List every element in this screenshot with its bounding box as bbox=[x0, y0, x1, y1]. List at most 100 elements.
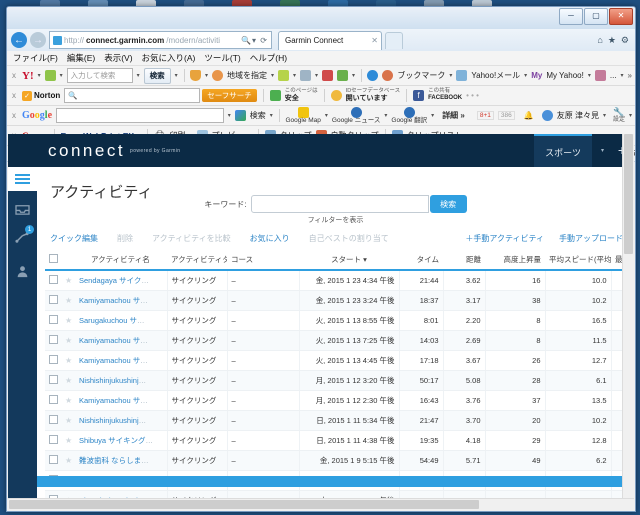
google-map-link[interactable]: Google Map bbox=[285, 106, 321, 125]
favorites-star-icon[interactable]: ★ bbox=[608, 35, 616, 46]
bell-icon[interactable]: 🔔 bbox=[524, 111, 534, 120]
table-row[interactable]: ★ Kamiyamachou サ… サイクリング – 火, 2015 1 13 4:45… bbox=[45, 350, 634, 371]
col-activity-name[interactable]: アクティビティ名 bbox=[75, 251, 167, 271]
row-checkbox[interactable] bbox=[49, 275, 58, 284]
row-checkbox[interactable] bbox=[49, 395, 58, 404]
row-select-cell[interactable] bbox=[45, 450, 61, 471]
row-select-cell[interactable] bbox=[45, 410, 61, 431]
vertical-scrollbar[interactable] bbox=[622, 134, 634, 499]
col-elevation-gain[interactable]: 高度上昇量 bbox=[485, 251, 545, 271]
tab-close-icon[interactable]: ✕ bbox=[371, 36, 378, 45]
table-row[interactable]: ★ Nishishinjukushinj… サイクリング – 月, 2015 1 12 … bbox=[45, 370, 634, 391]
row-select-cell[interactable] bbox=[45, 390, 61, 411]
row-favorite-cell[interactable]: ★ bbox=[61, 350, 75, 371]
row-select-cell[interactable] bbox=[45, 430, 61, 451]
delete-button[interactable]: 削除 bbox=[117, 233, 133, 244]
menu-view[interactable]: 表示(V) bbox=[104, 52, 132, 64]
identity-safe-icon[interactable] bbox=[330, 90, 342, 101]
bookmark-circle-icon[interactable] bbox=[367, 70, 379, 81]
row-activity-name[interactable]: Kamiyamachou サ… bbox=[75, 290, 167, 311]
vertical-scroll-thumb[interactable] bbox=[624, 134, 633, 254]
row-activity-name[interactable]: Sendagaya サイク… bbox=[75, 270, 167, 291]
row-activity-name[interactable]: Shibuya サイキング… bbox=[75, 430, 167, 451]
compare-activities-button[interactable]: アクティビティを比較 bbox=[152, 233, 231, 244]
manual-activity-button[interactable]: ＋手動アクティビティ bbox=[465, 233, 544, 244]
chevron-down-icon[interactable]: ▾ bbox=[384, 112, 387, 119]
google-translate-link[interactable]: Google 翻訳 bbox=[391, 106, 427, 125]
home-icon[interactable]: ⌂ bbox=[597, 35, 602, 46]
calendar-icon[interactable] bbox=[594, 70, 606, 81]
row-favorite-cell[interactable]: ★ bbox=[61, 450, 75, 471]
row-activity-name[interactable]: 難波歯科 ならしま… bbox=[75, 450, 167, 471]
google-search-label[interactable]: 検索 bbox=[250, 110, 266, 121]
yahoo-overflow-icon[interactable]: » bbox=[628, 71, 632, 80]
row-checkbox[interactable] bbox=[49, 315, 58, 324]
chevron-down-icon[interactable]: ▾ bbox=[315, 72, 318, 79]
col-avg-speed[interactable]: 平均スピード(平均ペース bbox=[545, 251, 611, 271]
row-activity-name[interactable]: Kamiyamachou サ… bbox=[75, 350, 167, 371]
refresh-icon[interactable]: ⟳ bbox=[260, 36, 268, 45]
notepad-icon[interactable] bbox=[300, 70, 311, 81]
table-row[interactable]: ★ Kamiyamachou サ… サイクリング – 金, 2015 1 23 3:24… bbox=[45, 290, 634, 311]
address-dropdown-icon[interactable]: ▾ bbox=[252, 36, 257, 45]
chevron-down-icon[interactable]: ▾ bbox=[629, 112, 632, 119]
table-row[interactable]: ★ Shibuya サイキング… サイクリング – 日, 2015 1 11 4:38 … bbox=[45, 430, 634, 451]
address-controls[interactable]: 🔍▾ ⟳ bbox=[241, 36, 268, 45]
chevron-down-icon[interactable]: ▾ bbox=[621, 72, 624, 79]
avatar[interactable] bbox=[541, 110, 553, 121]
show-filters-link[interactable]: フィルターを表示 bbox=[37, 215, 634, 225]
chevron-down-icon[interactable]: ▾ bbox=[603, 112, 606, 119]
col-time[interactable]: タイム bbox=[399, 251, 443, 271]
google-plus-one-count[interactable]: 8+1 bbox=[476, 111, 494, 120]
star-icon[interactable]: ★ bbox=[65, 276, 72, 285]
horizontal-scrollbar[interactable] bbox=[8, 498, 634, 510]
chevron-down-icon[interactable]: ▾ bbox=[137, 72, 140, 79]
google-search-input[interactable] bbox=[56, 108, 224, 123]
norton-more-dots[interactable]: • • • bbox=[466, 91, 479, 100]
star-icon[interactable]: ★ bbox=[65, 336, 72, 345]
google-account-label[interactable]: 友原 津々見 bbox=[557, 110, 599, 121]
chevron-down-icon[interactable]: ▾ bbox=[325, 112, 328, 119]
google-logo[interactable]: Google bbox=[22, 110, 52, 121]
search-button[interactable]: 検索 bbox=[429, 195, 467, 213]
col-distance[interactable]: 距離 bbox=[443, 251, 485, 271]
row-checkbox[interactable] bbox=[49, 375, 58, 384]
chevron-down-icon[interactable]: ▾ bbox=[352, 72, 355, 79]
google-notification-count[interactable]: 386 bbox=[497, 111, 515, 120]
row-favorite-cell[interactable]: ★ bbox=[61, 370, 75, 391]
row-checkbox[interactable] bbox=[49, 415, 58, 424]
chevron-down-icon[interactable]: ▾ bbox=[588, 72, 591, 79]
yahoo-region-label[interactable]: 地域を指定 bbox=[227, 70, 267, 81]
menu-toggle-button[interactable] bbox=[8, 167, 37, 191]
back-icon[interactable]: ← bbox=[11, 32, 27, 48]
row-select-cell[interactable] bbox=[45, 330, 61, 351]
table-row[interactable]: ★ Nishishinjukushinj… サイクリング – 日, 2015 1 11 … bbox=[45, 410, 634, 431]
maximize-button[interactable]: ▢ bbox=[584, 8, 608, 25]
menu-edit[interactable]: 編集(E) bbox=[67, 52, 95, 64]
row-checkbox[interactable] bbox=[49, 335, 58, 344]
personal-best-button[interactable]: 自己ベストの割り当て bbox=[309, 233, 389, 244]
row-select-cell[interactable] bbox=[45, 370, 61, 391]
col-activity-type[interactable]: アクティビティタ bbox=[167, 251, 227, 271]
chevron-down-icon[interactable]: ▾ bbox=[205, 72, 208, 79]
norton-search-input[interactable]: 🔍 bbox=[64, 88, 201, 103]
row-checkbox[interactable] bbox=[49, 355, 58, 364]
star-icon[interactable]: ★ bbox=[65, 416, 72, 425]
sidebar-item-connections[interactable]: 1 bbox=[8, 223, 37, 251]
tab-sports[interactable]: スポーツ bbox=[534, 134, 592, 169]
star-icon[interactable]: ★ bbox=[65, 456, 72, 465]
row-activity-name[interactable]: Nishishinjukushinj… bbox=[75, 370, 167, 391]
row-activity-name[interactable]: Kamiyamachou サ… bbox=[75, 390, 167, 411]
row-favorite-cell[interactable]: ★ bbox=[61, 310, 75, 331]
window-titlebar[interactable]: ─ ▢ ✕ bbox=[7, 7, 635, 29]
row-activity-name[interactable]: Sarugakuchou サ… bbox=[75, 310, 167, 331]
yahoo-mail-label[interactable]: Yahoo!メール bbox=[471, 70, 520, 81]
google-news-link[interactable]: Google ニュース bbox=[332, 106, 380, 125]
chevron-down-icon[interactable]: ▾ bbox=[175, 72, 178, 79]
sidebar-item-inbox[interactable] bbox=[8, 195, 37, 223]
row-select-cell[interactable] bbox=[45, 290, 61, 311]
row-favorite-cell[interactable]: ★ bbox=[61, 290, 75, 311]
chevron-down-icon[interactable]: ▾ bbox=[38, 72, 41, 79]
address-search-icon[interactable]: 🔍 bbox=[241, 36, 252, 45]
row-select-cell[interactable] bbox=[45, 310, 61, 331]
